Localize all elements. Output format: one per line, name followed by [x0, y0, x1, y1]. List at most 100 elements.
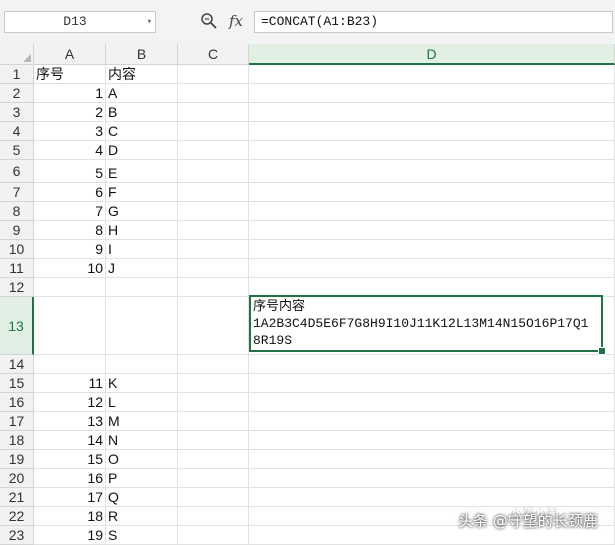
cell-a11[interactable]: 10 [34, 259, 106, 278]
cell-d16[interactable] [249, 393, 615, 412]
cell-c17[interactable] [178, 412, 249, 431]
column-header-d[interactable]: D [249, 44, 615, 65]
cell-d17[interactable] [249, 412, 615, 431]
row-header-20[interactable]: 20 [0, 469, 34, 488]
row-header-16[interactable]: 16 [0, 393, 34, 412]
cell-b11[interactable]: J [106, 259, 178, 278]
chevron-down-icon[interactable]: ▾ [147, 14, 152, 30]
cell-d6[interactable] [249, 160, 615, 183]
formula-input[interactable]: =CONCAT(A1:B23) [254, 11, 613, 33]
cell-d2[interactable] [249, 84, 615, 103]
row-header-14[interactable]: 14 [0, 355, 34, 374]
row-header-13[interactable]: 13 [0, 297, 34, 355]
cell-c16[interactable] [178, 393, 249, 412]
cell-c11[interactable] [178, 259, 249, 278]
row-header-8[interactable]: 8 [0, 202, 34, 221]
cell-b12[interactable] [106, 278, 178, 297]
cell-b3[interactable]: B [106, 103, 178, 122]
cell-a10[interactable]: 9 [34, 240, 106, 259]
cell-b19[interactable]: O [106, 450, 178, 469]
cell-a13[interactable] [34, 297, 106, 355]
cell-b15[interactable]: K [106, 374, 178, 393]
cell-d1[interactable] [249, 65, 615, 84]
cell-a4[interactable]: 3 [34, 122, 106, 141]
cell-a21[interactable]: 17 [34, 488, 106, 507]
cell-c9[interactable] [178, 221, 249, 240]
cell-b14[interactable] [106, 355, 178, 374]
cell-a14[interactable] [34, 355, 106, 374]
row-header-4[interactable]: 4 [0, 122, 34, 141]
cell-d18[interactable] [249, 431, 615, 450]
row-header-6[interactable]: 6 [0, 160, 34, 183]
cell-b8[interactable]: G [106, 202, 178, 221]
row-header-9[interactable]: 9 [0, 221, 34, 240]
cell-c22[interactable] [178, 507, 249, 526]
row-header-5[interactable]: 5 [0, 141, 34, 160]
cell-a22[interactable]: 18 [34, 507, 106, 526]
cell-b21[interactable]: Q [106, 488, 178, 507]
cell-a18[interactable]: 14 [34, 431, 106, 450]
row-header-10[interactable]: 10 [0, 240, 34, 259]
cell-b22[interactable]: R [106, 507, 178, 526]
cell-c4[interactable] [178, 122, 249, 141]
cell-d11[interactable] [249, 259, 615, 278]
cell-b1[interactable]: 内容 [106, 65, 178, 84]
cell-c12[interactable] [178, 278, 249, 297]
cell-c18[interactable] [178, 431, 249, 450]
row-header-1[interactable]: 1 [0, 65, 34, 84]
cell-a23[interactable]: 19 [34, 526, 106, 545]
row-header-11[interactable]: 11 [0, 259, 34, 278]
cell-b18[interactable]: N [106, 431, 178, 450]
cell-c1[interactable] [178, 65, 249, 84]
cell-b9[interactable]: H [106, 221, 178, 240]
cell-c13[interactable] [178, 297, 249, 355]
cell-d3[interactable] [249, 103, 615, 122]
cell-a3[interactable]: 2 [34, 103, 106, 122]
cell-b6[interactable]: E [106, 160, 178, 183]
column-header-b[interactable]: B [106, 44, 178, 65]
row-header-12[interactable]: 12 [0, 278, 34, 297]
cell-b13[interactable] [106, 297, 178, 355]
row-header-22[interactable]: 22 [0, 507, 34, 526]
cell-a15[interactable]: 11 [34, 374, 106, 393]
cell-c5[interactable] [178, 141, 249, 160]
cell-d14[interactable] [249, 355, 615, 374]
cell-b5[interactable]: D [106, 141, 178, 160]
fx-icon[interactable]: fx [229, 12, 243, 30]
row-header-2[interactable]: 2 [0, 84, 34, 103]
zoom-icon[interactable] [200, 12, 218, 34]
cell-c6[interactable] [178, 160, 249, 183]
cell-b2[interactable]: A [106, 84, 178, 103]
cell-a19[interactable]: 15 [34, 450, 106, 469]
cell-a1[interactable]: 序号 [34, 65, 106, 84]
cell-a8[interactable]: 7 [34, 202, 106, 221]
cell-b23[interactable]: S [106, 526, 178, 545]
cell-a6[interactable]: 5 [34, 160, 106, 183]
cell-a5[interactable]: 4 [34, 141, 106, 160]
cell-d21[interactable] [249, 488, 615, 507]
cell-b7[interactable]: F [106, 183, 178, 202]
cell-c20[interactable] [178, 469, 249, 488]
cell-c10[interactable] [178, 240, 249, 259]
fill-handle[interactable] [598, 347, 606, 355]
cell-d15[interactable] [249, 374, 615, 393]
cell-d20[interactable] [249, 469, 615, 488]
cell-d5[interactable] [249, 141, 615, 160]
cell-b17[interactable]: M [106, 412, 178, 431]
cell-a20[interactable]: 16 [34, 469, 106, 488]
column-header-c[interactable]: C [178, 44, 249, 65]
cell-c7[interactable] [178, 183, 249, 202]
cell-a16[interactable]: 12 [34, 393, 106, 412]
name-box[interactable]: D13 ▾ [4, 11, 156, 33]
cell-b20[interactable]: P [106, 469, 178, 488]
cell-a12[interactable] [34, 278, 106, 297]
cell-c21[interactable] [178, 488, 249, 507]
cell-c19[interactable] [178, 450, 249, 469]
cell-b10[interactable]: I [106, 240, 178, 259]
column-header-a[interactable]: A [34, 44, 106, 65]
row-header-7[interactable]: 7 [0, 183, 34, 202]
row-header-3[interactable]: 3 [0, 103, 34, 122]
row-header-19[interactable]: 19 [0, 450, 34, 469]
cell-d7[interactable] [249, 183, 615, 202]
row-header-17[interactable]: 17 [0, 412, 34, 431]
